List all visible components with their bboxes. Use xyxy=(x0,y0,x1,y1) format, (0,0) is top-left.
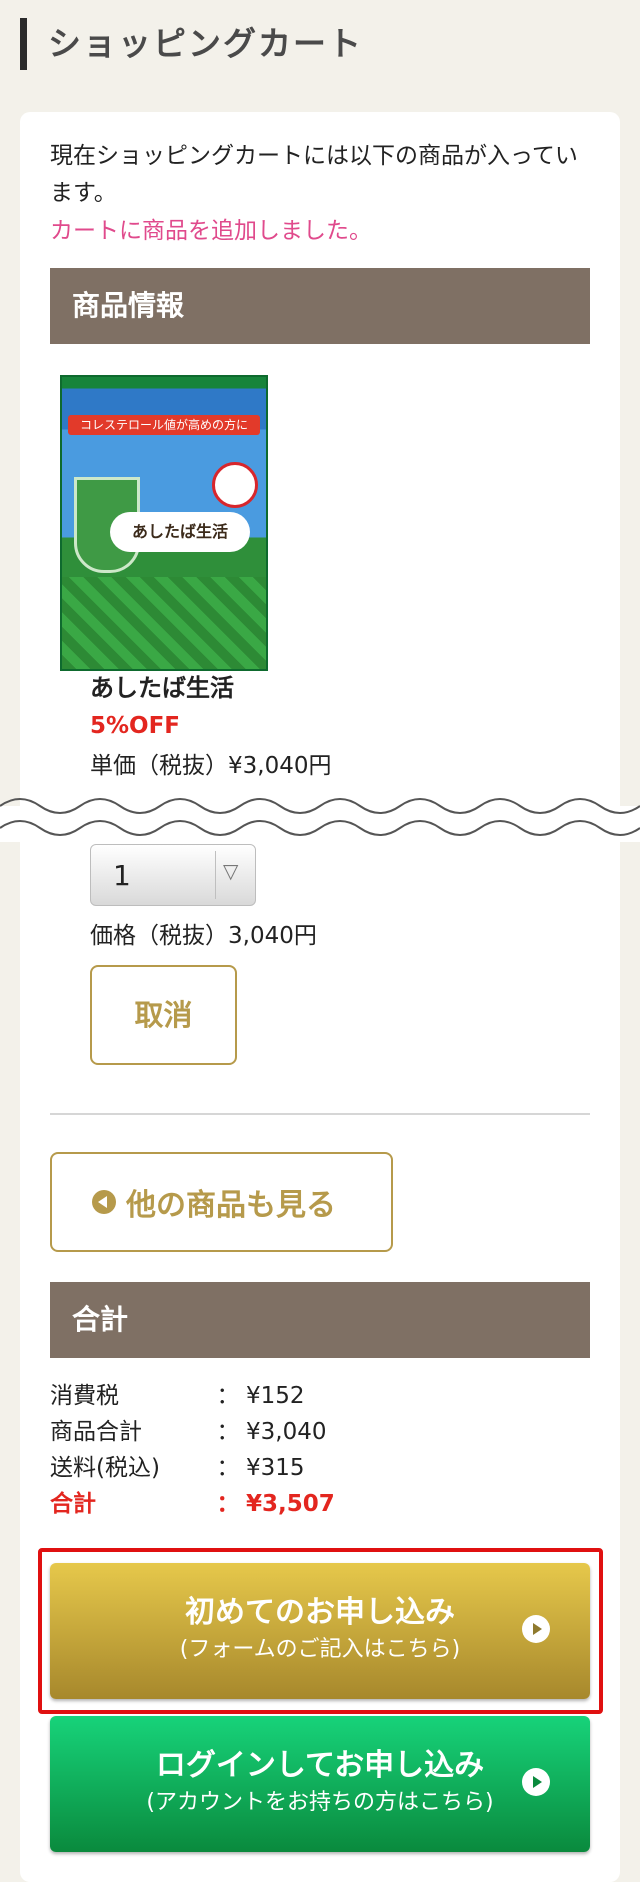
select-divider xyxy=(215,851,216,899)
totals-value: ¥315 xyxy=(246,1455,305,1481)
back-arrow-icon xyxy=(92,1190,116,1214)
leaves-graphic xyxy=(62,577,266,669)
totals-label: 消費税 xyxy=(50,1383,119,1409)
arrow-right-icon xyxy=(522,1615,550,1643)
totals-row-grand-total: 合計 ： ¥3,507 xyxy=(50,1486,590,1522)
package-band-text: コレステロール値が高めの方に xyxy=(68,415,260,435)
totals-value: ¥3,507 xyxy=(246,1491,335,1517)
first-time-order-sublabel: (フォームのご記入はこちら) xyxy=(179,1637,461,1662)
view-more-products-button[interactable]: 他の商品も見る xyxy=(50,1152,393,1252)
totals-colon: ： xyxy=(216,1419,240,1445)
cancel-button[interactable]: 取消 xyxy=(90,965,237,1065)
quantity-value: 1 xyxy=(113,858,131,892)
totals-header: 合計 xyxy=(50,1282,590,1358)
totals-label: 商品合計 xyxy=(50,1419,142,1445)
login-order-label: ログインしてお申し込み xyxy=(155,1748,485,1783)
package-brand: あしたば生活 xyxy=(110,512,250,552)
totals-colon: ： xyxy=(216,1383,240,1409)
login-order-button[interactable]: ログインしてお申し込み (アカウントをお持ちの方はこちら) xyxy=(50,1716,590,1852)
divider xyxy=(50,1113,590,1115)
totals-colon: ： xyxy=(216,1491,240,1517)
cart-added-notice: カートに商品を追加しました。 xyxy=(50,218,372,244)
product-image[interactable]: コレステロール値が高めの方に あしたば生活 xyxy=(60,375,268,671)
totals-value: ¥3,040 xyxy=(246,1419,327,1445)
line-price: 価格（税抜）3,040円 xyxy=(90,923,317,949)
first-time-order-label: 初めてのお申し込み xyxy=(185,1595,455,1630)
page-header: ショッピングカート xyxy=(0,0,640,90)
quantity-select[interactable]: 1 ▽ xyxy=(90,844,256,906)
arrow-right-icon xyxy=(522,1768,550,1796)
chevron-down-icon: ▽ xyxy=(223,859,239,883)
health-seal-icon xyxy=(212,462,258,508)
totals-colon: ： xyxy=(216,1455,240,1481)
product-name[interactable]: あしたば生活 xyxy=(90,670,234,706)
login-order-sublabel: (アカウントをお持ちの方はこちら) xyxy=(146,1790,494,1815)
header-accent-bar xyxy=(20,18,27,70)
totals-row-tax: 消費税 ： ¥152 xyxy=(50,1378,590,1414)
totals-label: 送料(税込) xyxy=(50,1455,160,1481)
totals-value: ¥152 xyxy=(246,1383,305,1409)
product-discount: 5%OFF xyxy=(90,713,181,739)
totals-row-shipping: 送料(税込) ： ¥315 xyxy=(50,1450,590,1486)
first-time-order-button[interactable]: 初めてのお申し込み (フォームのご記入はこちら) xyxy=(50,1563,590,1699)
totals-label: 合計 xyxy=(50,1491,96,1517)
cart-intro-text: 現在ショッピングカートには以下の商品が入っています。 xyxy=(50,143,578,206)
totals-row-subtotal: 商品合計 ： ¥3,040 xyxy=(50,1414,590,1450)
page-title: ショッピングカート xyxy=(48,24,363,63)
totals-table: 消費税 ： ¥152 商品合計 ： ¥3,040 送料(税込) ： ¥315 合… xyxy=(50,1378,590,1522)
product-info-header: 商品情報 xyxy=(50,268,590,344)
view-more-label: 他の商品も見る xyxy=(126,1188,336,1223)
